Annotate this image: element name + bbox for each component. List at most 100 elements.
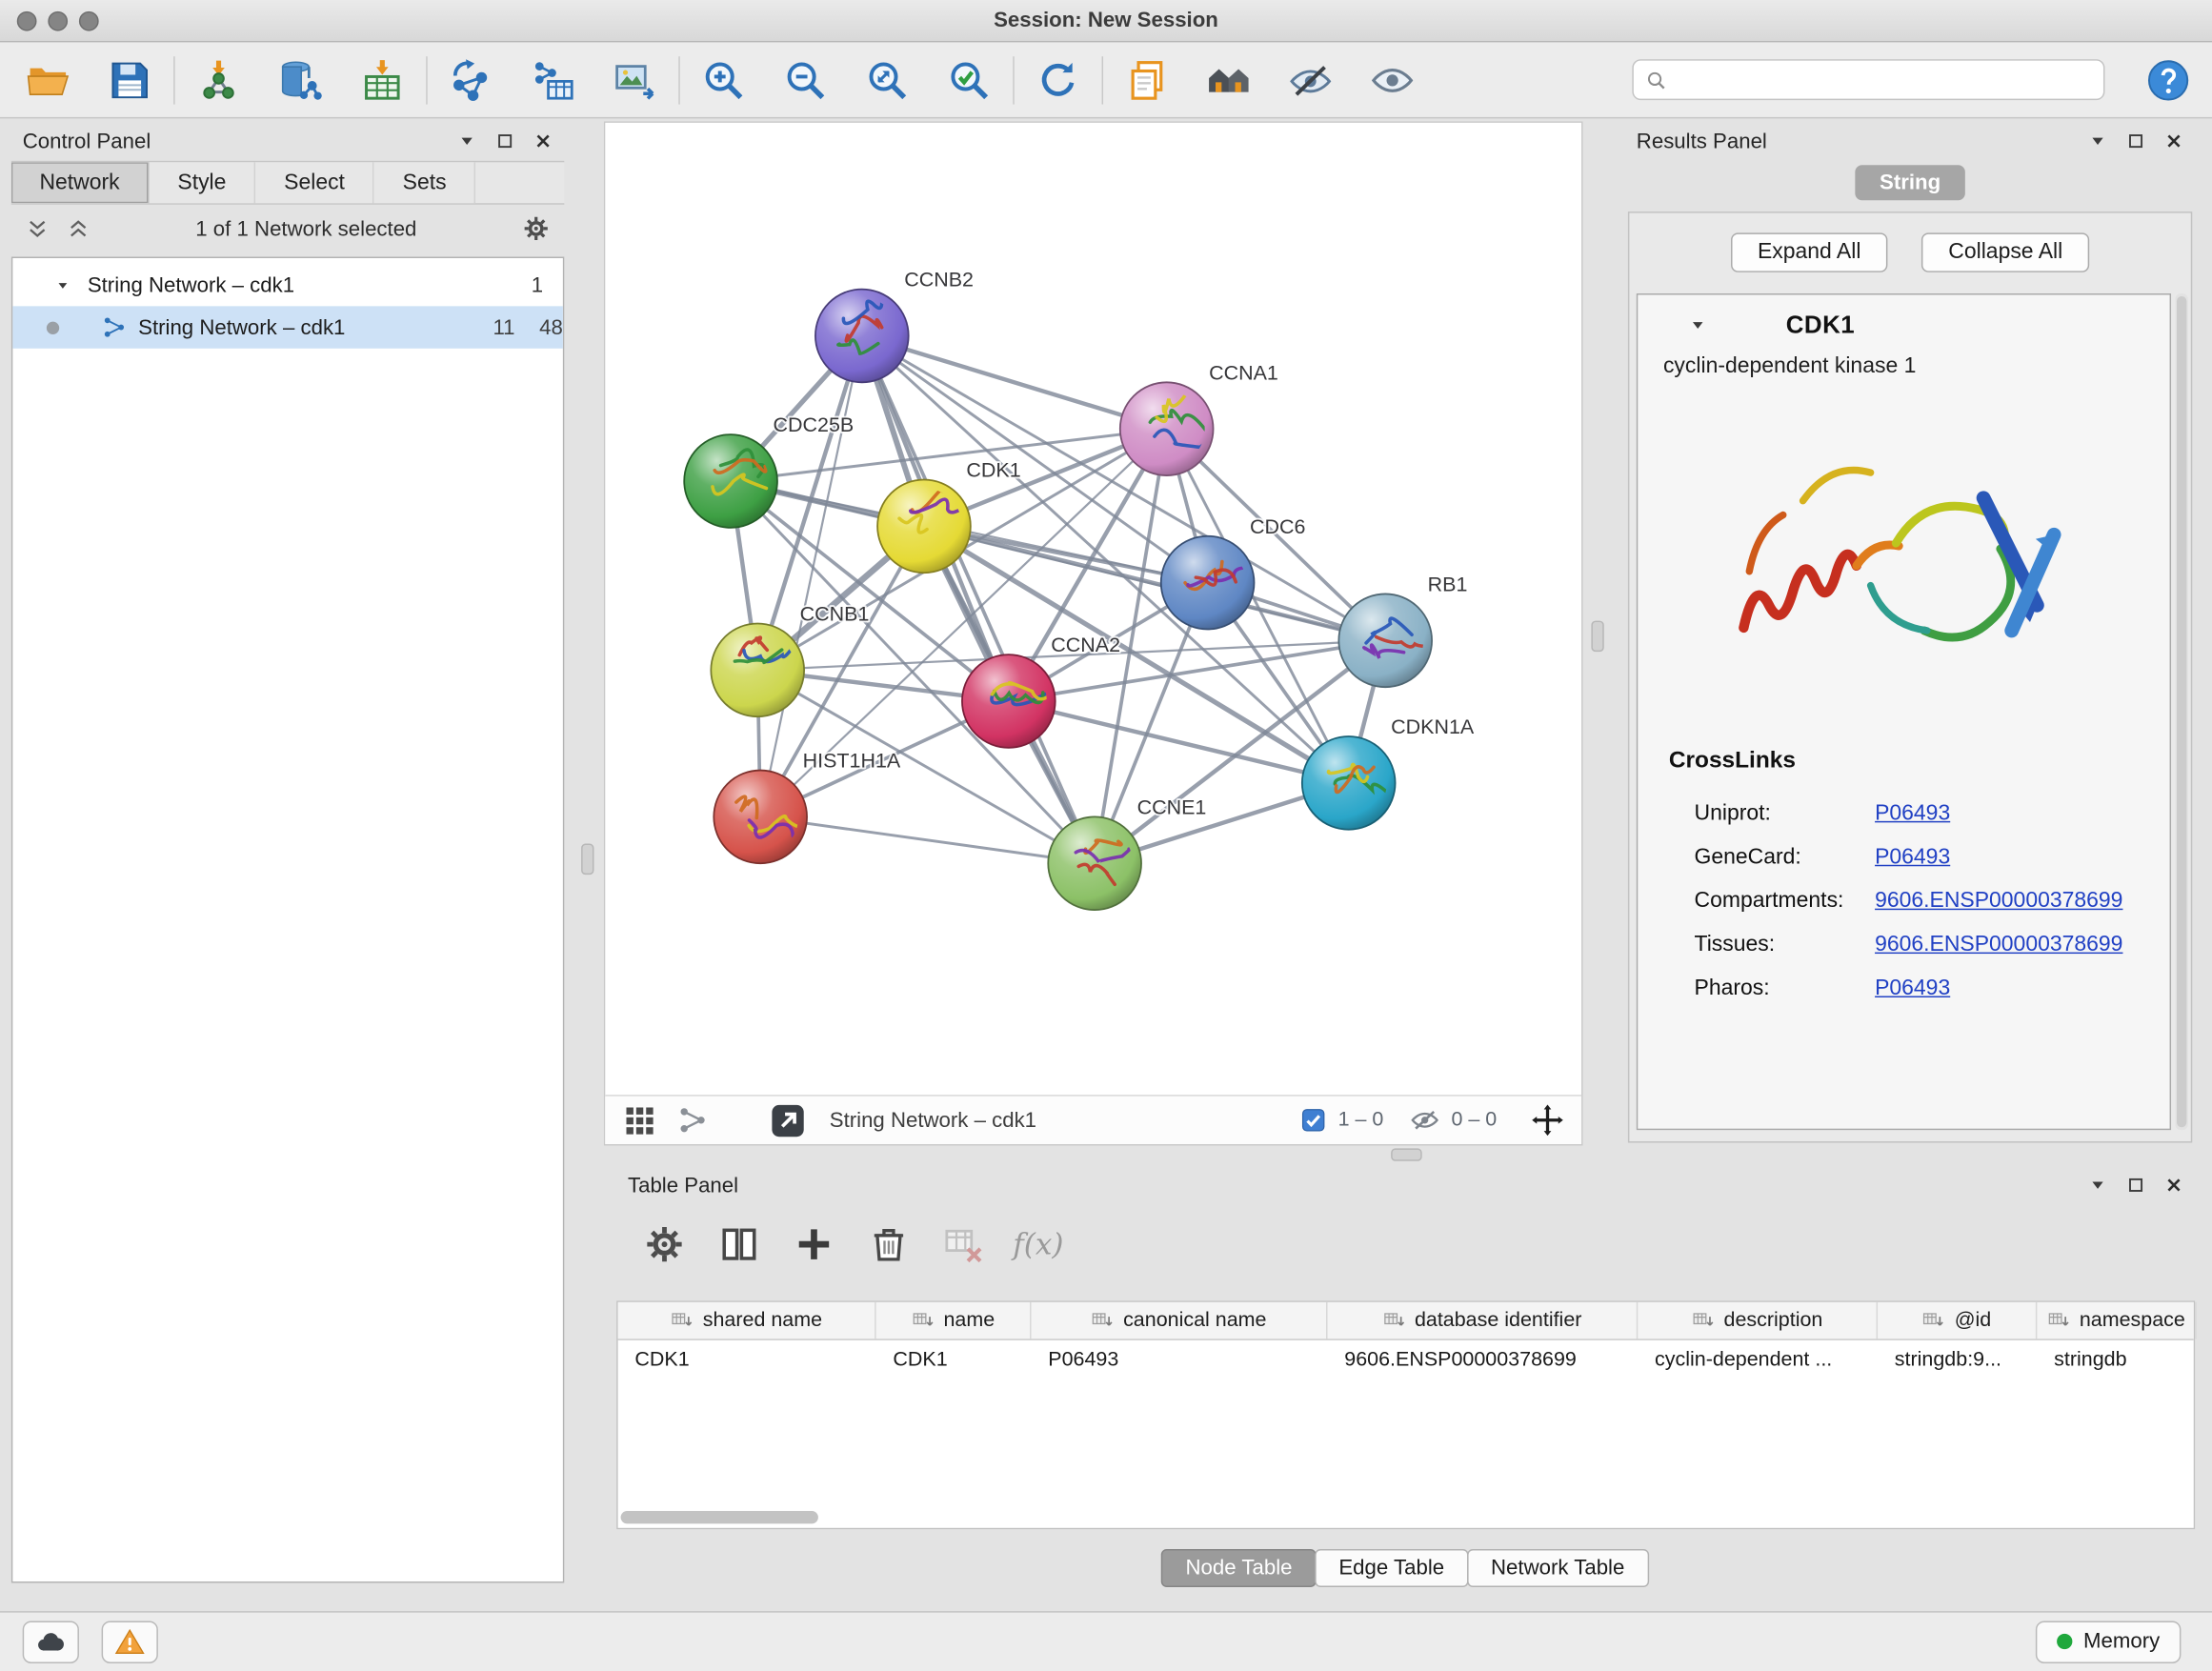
edge-CCNB2-HIST1H1A[interactable]	[760, 335, 862, 816]
column-header-name[interactable]: name	[876, 1302, 1032, 1339]
window-titlebar[interactable]: Session: New Session	[0, 0, 2212, 42]
node-CDKN1A[interactable]	[1302, 736, 1396, 830]
node-RB1[interactable]	[1338, 594, 1434, 687]
gene-card-header[interactable]: CDK1	[1638, 295, 2169, 354]
node-CDC6[interactable]	[1161, 536, 1256, 630]
birdseye-view-button[interactable]	[675, 1103, 710, 1137]
import-network-from-file-button[interactable]	[188, 49, 250, 111]
results-panel-menu-button[interactable]	[2088, 131, 2108, 151]
cloud-status-button[interactable]	[23, 1621, 79, 1662]
network-graph-svg[interactable]: CCNB2CCNA1CDC25BCDK1CDC6RB1CCNB1CCNA2CDK…	[605, 123, 1581, 1095]
tab-edge-table[interactable]: Edge Table	[1315, 1549, 1468, 1587]
column-header-namespace[interactable]: namespace	[2037, 1302, 2196, 1339]
help-button[interactable]	[2145, 58, 2190, 103]
duplicate-annotation-button[interactable]	[1116, 49, 1177, 111]
tab-string[interactable]: String	[1856, 165, 1965, 200]
column-header-id[interactable]: @id	[1878, 1302, 2037, 1339]
tree-collapse-all-button[interactable]	[26, 216, 50, 240]
network-collection-row[interactable]: String Network – cdk1 1	[12, 264, 563, 306]
zoom-in-button[interactable]	[693, 49, 754, 111]
splitter-handle[interactable]	[1391, 1148, 1422, 1160]
node-CDK1[interactable]	[877, 479, 971, 573]
tab-style[interactable]: Style	[150, 162, 256, 203]
splitter-handle[interactable]	[581, 844, 593, 876]
crosslink-link[interactable]: P06493	[1875, 976, 1950, 1001]
open-in-new-window-button[interactable]	[769, 1101, 807, 1139]
node-HIST1H1A[interactable]	[714, 771, 811, 864]
table-settings-button[interactable]	[636, 1217, 693, 1273]
node-CCNB1[interactable]	[711, 624, 804, 717]
tab-sets[interactable]: Sets	[374, 162, 476, 203]
create-column-button[interactable]	[786, 1217, 842, 1273]
collection-disclosure-icon[interactable]	[55, 277, 70, 292]
network-options-gear-button[interactable]	[522, 214, 551, 243]
crosslink-link[interactable]: 9606.ENSP00000378699	[1875, 932, 2122, 957]
control-panel-menu-button[interactable]	[457, 131, 477, 151]
search-box[interactable]	[1632, 59, 2104, 100]
pan-crosshair-button[interactable]	[1531, 1103, 1565, 1137]
splitter-handle[interactable]	[1591, 621, 1603, 653]
search-input[interactable]	[1678, 69, 2092, 91]
refresh-button[interactable]	[1027, 49, 1089, 111]
gene-disclosure-button[interactable]	[1689, 315, 1707, 333]
edge-CCNB2-CCNA1[interactable]	[862, 335, 1167, 429]
warnings-button[interactable]	[102, 1621, 158, 1662]
results-scrollbar-thumb[interactable]	[2177, 296, 2186, 1127]
zoom-out-button[interactable]	[774, 49, 836, 111]
expand-all-button[interactable]: Expand All	[1731, 232, 1888, 272]
delete-columns-button[interactable]	[860, 1217, 916, 1273]
tab-network[interactable]: Network	[11, 162, 150, 203]
crosslink-link[interactable]: P06493	[1875, 800, 1950, 826]
node-CCNB2[interactable]	[815, 290, 909, 383]
collapse-all-button[interactable]: Collapse All	[1921, 232, 2089, 272]
edge-HIST1H1A-CCNE1[interactable]	[760, 816, 1095, 863]
crosslink-link[interactable]: 9606.ENSP00000378699	[1875, 888, 2122, 914]
results-panel-close-button[interactable]	[2164, 131, 2184, 151]
control-panel-close-button[interactable]	[533, 131, 553, 151]
table-row[interactable]: CDK1CDK1P064939606.ENSP00000378699cyclin…	[618, 1340, 2194, 1379]
node-CCNA1[interactable]	[1120, 382, 1215, 475]
control-panel-float-button[interactable]	[495, 131, 515, 151]
tree-expand-all-button[interactable]	[67, 216, 90, 240]
table-horizontal-scrollbar[interactable]	[621, 1511, 818, 1523]
import-network-from-database-button[interactable]	[270, 49, 332, 111]
column-header-database-identifier[interactable]: database identifier	[1327, 1302, 1638, 1339]
new-network-from-table-button[interactable]	[522, 49, 584, 111]
tab-network-table[interactable]: Network Table	[1467, 1549, 1649, 1587]
import-table-from-file-button[interactable]	[352, 49, 413, 111]
crosslink-link[interactable]: P06493	[1875, 844, 1950, 870]
network-row[interactable]: String Network – cdk1 11 48	[12, 306, 563, 348]
grid-layout-button[interactable]	[622, 1103, 656, 1137]
node-CCNA2[interactable]	[962, 654, 1056, 748]
zoom-selected-button[interactable]	[938, 49, 1000, 111]
table-panel-close-button[interactable]	[2164, 1176, 2184, 1196]
tab-select[interactable]: Select	[256, 162, 375, 203]
share-blue-icon	[102, 314, 128, 340]
export-image-button[interactable]	[604, 49, 666, 111]
zoom-fit-button[interactable]	[856, 49, 918, 111]
selected-elements-checkbox[interactable]	[1298, 1106, 1327, 1135]
column-header-description[interactable]: description	[1638, 1302, 1878, 1339]
results-panel-float-button[interactable]	[2126, 131, 2146, 151]
table-panel-menu-button[interactable]	[2088, 1176, 2108, 1196]
function-builder-button[interactable]: f(x)	[1010, 1217, 1066, 1273]
column-header-shared-name[interactable]: shared name	[618, 1302, 876, 1339]
hide-selected-button[interactable]	[1279, 49, 1341, 111]
results-scrollbar[interactable]	[2175, 293, 2187, 1130]
node-CCNE1[interactable]	[1048, 816, 1141, 910]
table-panel-float-button[interactable]	[2126, 1176, 2146, 1196]
open-session-button[interactable]	[17, 49, 79, 111]
show-columns-button[interactable]	[711, 1217, 767, 1273]
edge-CCNB2-CCNE1[interactable]	[862, 335, 1095, 863]
save-session-button[interactable]	[99, 49, 161, 111]
memory-button[interactable]: Memory	[2036, 1621, 2182, 1662]
string-results-content: Expand All Collapse All CDK1 cyclin-depe…	[1628, 211, 2192, 1142]
column-sort-icon	[1091, 1309, 1115, 1333]
hidden-elements-icon[interactable]	[1409, 1105, 1440, 1137]
tab-node-table[interactable]: Node Table	[1161, 1549, 1316, 1587]
column-header-canonical-name[interactable]: canonical name	[1032, 1302, 1328, 1339]
node-CDC25B[interactable]	[684, 434, 777, 528]
new-network-button[interactable]	[440, 49, 502, 111]
show-all-button[interactable]	[1361, 49, 1423, 111]
cybrowser-home-button[interactable]	[1197, 49, 1259, 111]
